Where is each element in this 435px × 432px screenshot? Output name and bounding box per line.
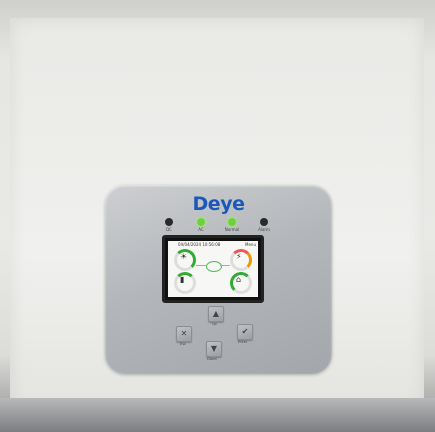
brand-logo: Deye — [192, 193, 245, 215]
floor-shadow — [0, 398, 435, 432]
lcd-menu-label: Menu — [245, 242, 256, 247]
enter-button[interactable]: ✔ — [237, 324, 253, 340]
normal-led — [228, 218, 236, 226]
enter-label: Enter — [238, 340, 248, 344]
esc-button[interactable]: ✕ — [176, 326, 192, 342]
battery-icon: ▮ — [180, 275, 185, 284]
solar-panel-icon: ☀ — [180, 252, 188, 261]
control-panel: Deye DC AC Normal Alarm 04/04/2024 10:56… — [105, 185, 332, 374]
lcd-display: 04/04/2024 10:56:08 Menu ☀ ⚡ ▮ ⌂ — [168, 241, 258, 297]
alarm-label: Alarm — [258, 227, 270, 232]
alarm-led — [260, 218, 268, 226]
down-button[interactable]: ▼ — [206, 341, 222, 357]
grid-tower-icon: ⚡ — [236, 252, 242, 261]
indicator-lights: DC AC Normal Alarm — [165, 218, 275, 236]
dc-led — [165, 218, 173, 226]
up-label: Up — [212, 322, 217, 326]
lcd-screen[interactable]: 04/04/2024 10:56:08 Menu ☀ ⚡ ▮ ⌂ — [162, 235, 264, 303]
down-label: Down — [207, 357, 217, 361]
flow-line-left — [196, 265, 206, 266]
normal-label: Normal — [224, 227, 240, 232]
home-icon: ⌂ — [236, 275, 242, 284]
inverter-flow-icon — [206, 261, 222, 272]
up-button[interactable]: ▲ — [208, 306, 224, 322]
battery-gauge — [174, 272, 196, 294]
esc-label: Esc — [180, 342, 186, 346]
flow-line-right — [220, 265, 230, 266]
ac-led — [197, 218, 205, 226]
ac-label: AC — [198, 227, 204, 232]
dc-label: DC — [166, 227, 172, 232]
lcd-datetime: 04/04/2024 10:56:08 — [178, 242, 221, 247]
